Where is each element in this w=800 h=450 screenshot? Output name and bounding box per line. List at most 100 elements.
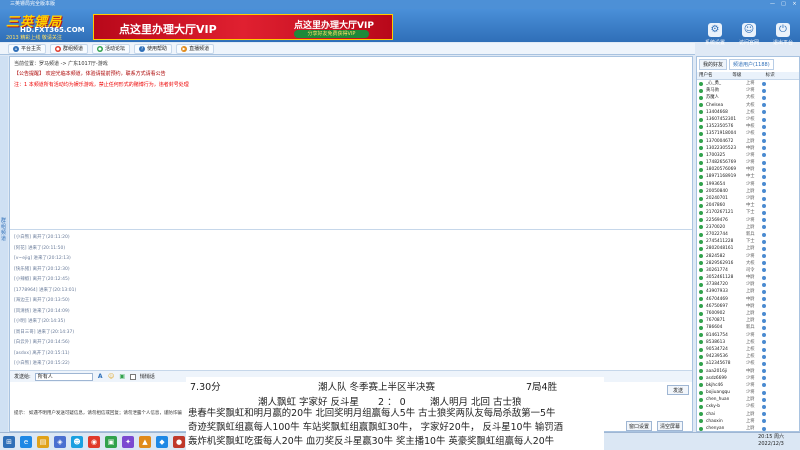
- tab-live[interactable]: ▶ 直播频道: [176, 43, 215, 54]
- minimize-button[interactable]: —: [769, 0, 776, 9]
- app3-icon[interactable]: ✦: [122, 435, 134, 448]
- user-row[interactable]: 43907933 上尉: [697, 288, 799, 295]
- user-status-icon: [699, 167, 703, 172]
- user-row[interactable]: chaoxin 上将: [697, 418, 799, 425]
- tab-my-friends[interactable]: 我的好友: [699, 59, 728, 70]
- user-list: _心_勇_ 上将 黄马驹 少将 苏魔人 大校 Chelsea 大校 13404668 上校 1360…: [697, 80, 799, 450]
- user-row[interactable]: 20240701 少尉: [697, 195, 799, 202]
- user-row[interactable]: 81461754 少将: [697, 332, 799, 339]
- system-settings-button[interactable]: ⚙ 系统设置: [700, 23, 730, 46]
- visit-website-button[interactable]: ☺ 访问官网: [734, 23, 764, 46]
- user-row[interactable]: 1370004672 上尉: [697, 138, 799, 145]
- taskbar-clock[interactable]: 20:15 周六 2022/12/3: [758, 434, 784, 448]
- user-row[interactable]: Chelsea 大校: [697, 102, 799, 109]
- user-level: 少将: [746, 181, 755, 187]
- live-icon: ▶: [181, 45, 188, 52]
- emoji-icon[interactable]: ☺: [108, 373, 115, 380]
- user-row[interactable]: chai 上尉: [697, 411, 799, 418]
- user-flag-icon: [762, 254, 766, 259]
- user-row[interactable]: 2370020 上尉: [697, 224, 799, 231]
- app4-icon[interactable]: ▲: [139, 435, 151, 448]
- user-row[interactable]: 13022305523 中尉: [697, 145, 799, 152]
- system-log-list: [小白熊] 离开了(20:11:20) [阿花] 进来了(20:11:50) […: [14, 233, 194, 370]
- maximize-button[interactable]: □: [780, 0, 787, 9]
- app6-icon[interactable]: ●: [173, 435, 185, 448]
- user-row[interactable]: 7600902 上尉: [697, 310, 799, 317]
- user-row[interactable]: 17482656769 少将: [697, 159, 799, 166]
- tab-group-channel[interactable]: ● 群组频道: [50, 43, 89, 54]
- user-row[interactable]: 786604 新兵: [697, 324, 799, 331]
- edge-icon[interactable]: e: [20, 435, 32, 448]
- user-row[interactable]: 苏魔人 大校: [697, 94, 799, 101]
- user-row[interactable]: 3052461128 中尉: [697, 274, 799, 281]
- user-row[interactable]: 18020576069 中尉: [697, 166, 799, 173]
- send-button[interactable]: 发送: [667, 385, 689, 395]
- app-icon[interactable]: ◉: [88, 435, 100, 448]
- user-row[interactable]: 20050840 上尉: [697, 188, 799, 195]
- user-row[interactable]: 2802048161 上尉: [697, 245, 799, 252]
- user-row[interactable]: 37384720 少尉: [697, 281, 799, 288]
- warning-text: 注：1 本频道所有活动均为娱乐游戏，禁止任何形式的赌博行为，违者封号处理: [14, 82, 189, 88]
- recipient-select[interactable]: 所有人: [34, 372, 93, 381]
- folder-icon[interactable]: ▤: [37, 435, 49, 448]
- close-button[interactable]: ×: [791, 0, 798, 9]
- user-row[interactable]: bkjhc46 少将: [697, 382, 799, 389]
- site-logo[interactable]: 三英镖局 HD.FXT365.COM 2013 精彩上线 敬请关注: [2, 11, 92, 41]
- user-level: 少将: [746, 152, 755, 158]
- app2-icon[interactable]: ▣: [105, 435, 117, 448]
- user-row[interactable]: _心_勇_ 上将: [697, 80, 799, 87]
- tab-help[interactable]: ? 使用帮助: [134, 43, 173, 54]
- user-row[interactable]: 22569476 少将: [697, 217, 799, 224]
- user-row[interactable]: 13607452301 少校: [697, 116, 799, 123]
- user-row[interactable]: asdz6699 少将: [697, 375, 799, 382]
- user-row[interactable]: 94239536 上校: [697, 353, 799, 360]
- start-icon[interactable]: ⊞: [3, 435, 15, 448]
- user-row[interactable]: 2829562916 大校: [697, 260, 799, 267]
- tab-channel-users[interactable]: 频道用户(1188): [729, 59, 774, 70]
- user-row[interactable]: 27022744 新兵: [697, 231, 799, 238]
- user-row[interactable]: 30261774 司令: [697, 267, 799, 274]
- user-name: a12345678: [706, 361, 731, 367]
- qq-icon[interactable]: ☻: [71, 435, 83, 448]
- store-icon[interactable]: ◈: [54, 435, 66, 448]
- tab-forum[interactable]: ● 活动论坛: [92, 43, 131, 54]
- user-row[interactable]: 黄马驹 少将: [697, 87, 799, 94]
- user-flag-icon: [762, 153, 766, 158]
- tab-home[interactable]: ⌂ 平台主页: [8, 43, 47, 54]
- font-icon[interactable]: A: [97, 373, 104, 380]
- user-row[interactable]: 7670871 上尉: [697, 317, 799, 324]
- user-row[interactable]: 46704469 中尉: [697, 296, 799, 303]
- window-settings-button[interactable]: 窗口设置: [626, 421, 652, 431]
- user-row[interactable]: 46750697 中尉: [697, 303, 799, 310]
- user-row[interactable]: 1993654 少将: [697, 181, 799, 188]
- user-tabs: 我的好友 频道用户(1188): [697, 57, 799, 72]
- vip-advert-banner[interactable]: 点这里办理大厅VIP 点这里办理大厅VIP 分享好友免费获得VIP: [93, 14, 393, 40]
- user-row[interactable]: a12345678 少校: [697, 360, 799, 367]
- user-row[interactable]: chen_huan 上尉: [697, 396, 799, 403]
- user-level: 中尉: [746, 303, 755, 309]
- user-row[interactable]: aaa2016ji 中尉: [697, 368, 799, 375]
- user-row[interactable]: 2170267121 下士: [697, 209, 799, 216]
- user-row[interactable]: 1700325 少将: [697, 152, 799, 159]
- user-row[interactable]: 2824582 少将: [697, 253, 799, 260]
- user-row[interactable]: 2047860 中士: [697, 202, 799, 209]
- user-row[interactable]: 13571918004 少校: [697, 130, 799, 137]
- user-status-icon: [699, 153, 703, 158]
- column-header-flag[interactable]: 标识: [766, 72, 799, 79]
- user-row[interactable]: 1352350576 中校: [697, 123, 799, 130]
- user-row[interactable]: 90534724 上校: [697, 346, 799, 353]
- private-chat-checkbox[interactable]: [129, 373, 136, 380]
- side-collapse-strip[interactable]: 群组 频道: [0, 56, 8, 432]
- user-row[interactable]: 18971168919 中士: [697, 173, 799, 180]
- user-row[interactable]: 8538613 上校: [697, 339, 799, 346]
- user-row[interactable]: 13404668 上校: [697, 109, 799, 116]
- image-icon[interactable]: ▣: [119, 373, 126, 380]
- column-header-name[interactable]: 用户名: [699, 72, 732, 79]
- column-header-level[interactable]: 等级: [732, 72, 765, 79]
- user-row[interactable]: bojiuangqu 少将: [697, 389, 799, 396]
- user-row[interactable]: 2745411228 下士: [697, 238, 799, 245]
- clear-screen-button[interactable]: 清空屏幕: [657, 421, 683, 431]
- exit-platform-button[interactable]: ⏻ 退出平台: [768, 23, 798, 46]
- app5-icon[interactable]: ◆: [156, 435, 168, 448]
- user-row[interactable]: cxky-b 少校: [697, 403, 799, 410]
